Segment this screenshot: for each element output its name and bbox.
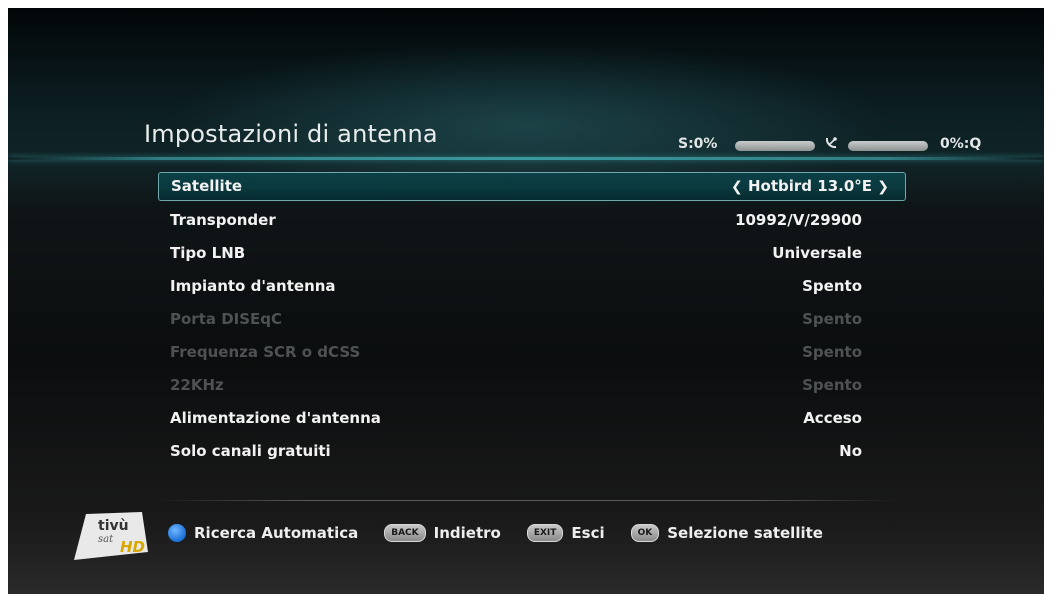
svg-text:tivù: tivù	[98, 518, 129, 534]
menu-item-value: 10992/V/29900	[735, 211, 862, 229]
menu-item-label: Transponder	[170, 211, 276, 229]
menu-item-satellite[interactable]: Satellite ❮ Hotbird 13.0°E ❯	[158, 172, 906, 201]
menu-item-label: Alimentazione d'antenna	[170, 409, 381, 427]
blue-button-icon[interactable]	[168, 524, 186, 542]
menu-item-transponder[interactable]: Transponder 10992/V/29900	[158, 204, 906, 237]
menu-item-label: Tipo LNB	[170, 244, 246, 262]
menu-item-value: Acceso	[803, 409, 862, 427]
menu-item-label: Frequenza SCR o dCSS	[170, 343, 361, 361]
menu-item-alimentazione-antenna[interactable]: Alimentazione d'antenna Acceso	[158, 402, 906, 435]
signal-quality-bar	[848, 141, 928, 151]
footer-divider	[158, 500, 898, 501]
menu-item-porta-diseqc: Porta DISEqC Spento	[158, 303, 906, 336]
tv-screen: Impostazioni di antenna S:0% 0%:Q Satell…	[8, 8, 1044, 594]
exit-label: Esci	[571, 524, 605, 542]
satellite-selector[interactable]: ❮ Hotbird 13.0°E ❯	[731, 173, 889, 201]
key-legend: Ricerca Automatica BACK Indietro EXIT Es…	[168, 520, 823, 546]
back-label: Indietro	[433, 524, 501, 542]
title-divider	[8, 157, 1044, 160]
antenna-settings-menu: Satellite ❮ Hotbird 13.0°E ❯ Transponder…	[158, 172, 906, 468]
chevron-right-icon[interactable]: ❯	[877, 179, 889, 195]
signal-indicator: S:0% 0%:Q	[678, 136, 998, 156]
exit-key-icon[interactable]: EXIT	[526, 524, 564, 542]
tivusat-hd-logo: tivù sat HD	[72, 508, 158, 562]
menu-item-value: Spento	[802, 277, 862, 295]
menu-item-impianto-antenna[interactable]: Impianto d'antenna Spento	[158, 270, 906, 303]
ok-key-icon[interactable]: OK	[630, 524, 660, 542]
menu-item-label: Solo canali gratuiti	[170, 442, 331, 460]
menu-item-solo-canali-gratuiti[interactable]: Solo canali gratuiti No	[158, 435, 906, 468]
menu-item-label: 22KHz	[170, 376, 224, 394]
svg-text:HD: HD	[120, 538, 145, 556]
page-title: Impostazioni di antenna	[144, 120, 438, 148]
signal-quality-label: 0%:Q	[940, 136, 982, 152]
menu-item-value: Spento	[802, 376, 862, 394]
menu-item-value: Hotbird 13.0°E	[748, 177, 873, 195]
menu-item-value: Spento	[802, 343, 862, 361]
menu-item-label: Satellite	[171, 177, 243, 195]
menu-item-label: Porta DISEqC	[170, 310, 283, 328]
svg-text:sat: sat	[98, 534, 114, 545]
menu-item-value: No	[839, 442, 862, 460]
menu-item-tipo-lnb[interactable]: Tipo LNB Universale	[158, 237, 906, 270]
menu-item-frequenza-scr: Frequenza SCR o dCSS Spento	[158, 336, 906, 369]
signal-strength-bar	[735, 141, 815, 151]
signal-strength-label: S:0%	[678, 136, 718, 152]
back-key-icon[interactable]: BACK	[384, 524, 426, 542]
chevron-left-icon[interactable]: ❮	[731, 179, 743, 195]
menu-item-value: Spento	[802, 310, 862, 328]
blue-button-label: Ricerca Automatica	[194, 524, 359, 542]
menu-item-label: Impianto d'antenna	[170, 277, 336, 295]
ok-label: Selezione satellite	[667, 524, 823, 542]
menu-item-value: Universale	[772, 244, 862, 262]
satellite-dish-icon	[825, 135, 839, 153]
menu-item-22khz: 22KHz Spento	[158, 369, 906, 402]
